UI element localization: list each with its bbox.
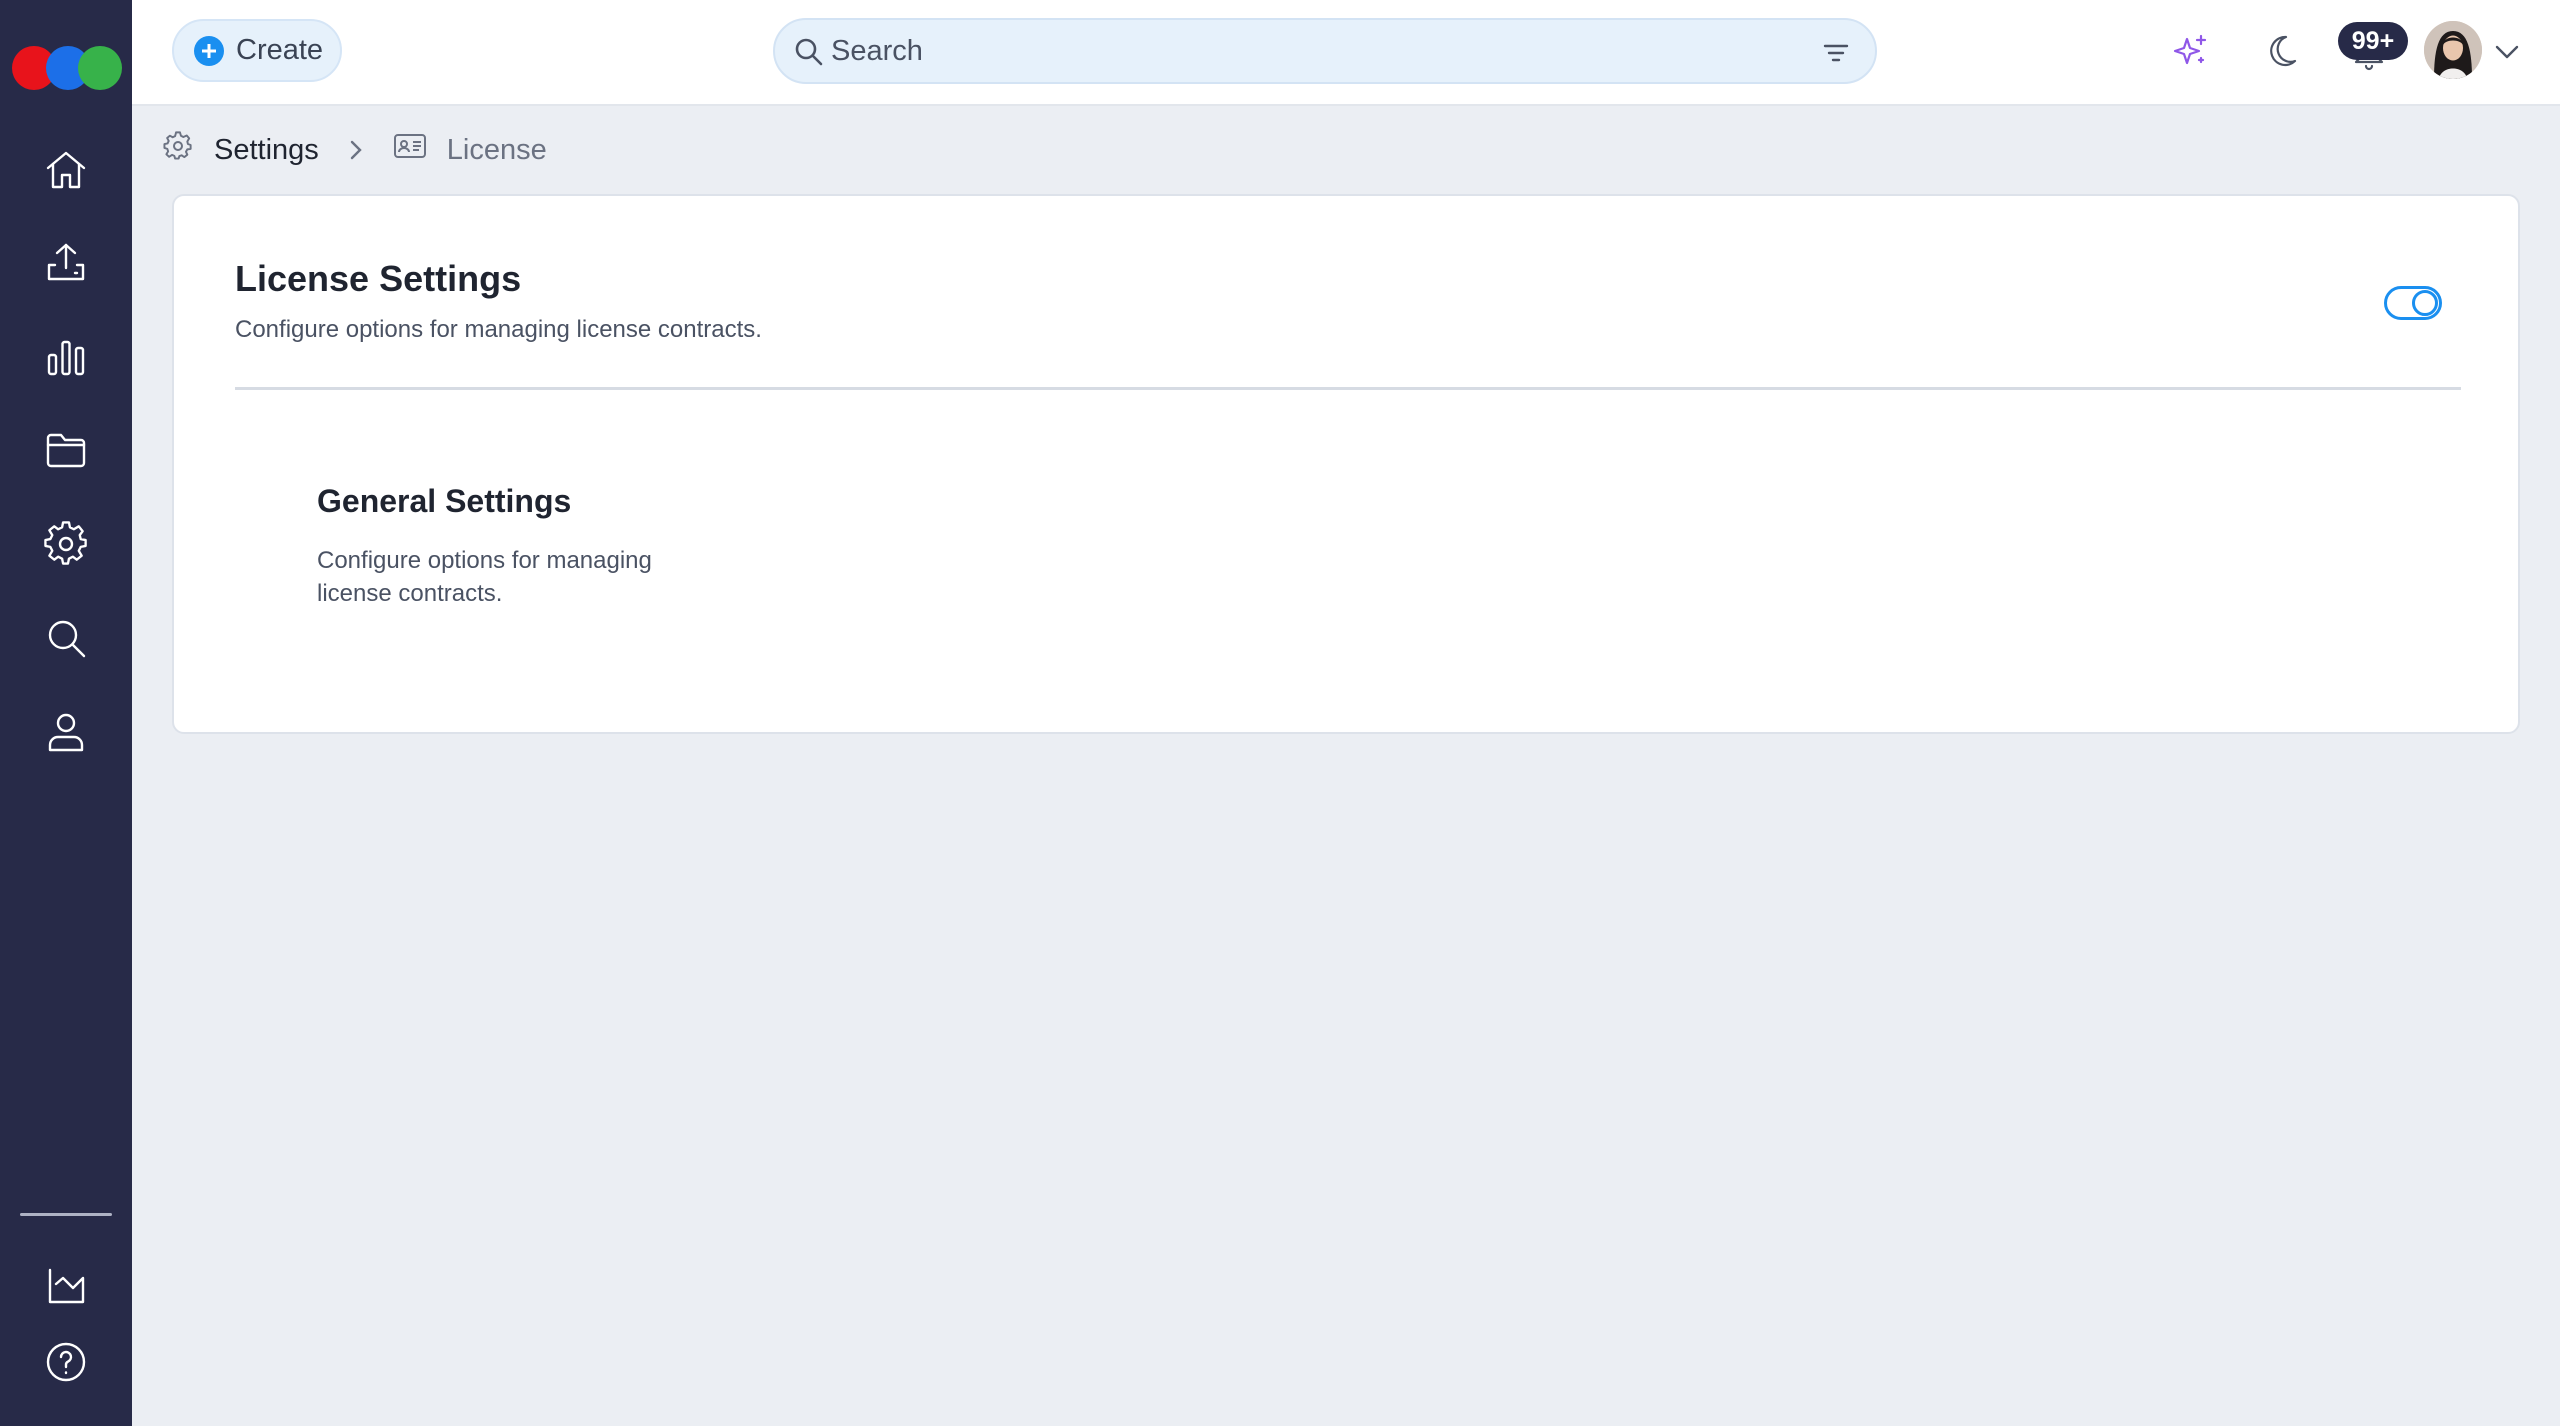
sparkle-icon bbox=[2173, 34, 2207, 65]
notification-badge: 99+ bbox=[2338, 22, 2408, 60]
create-button-label: Create bbox=[236, 34, 324, 66]
upload-icon bbox=[47, 243, 85, 281]
search-icon bbox=[793, 36, 825, 68]
factory-chart-icon bbox=[48, 1268, 85, 1304]
help-icon bbox=[46, 1342, 86, 1382]
sidebar-item-analytics[interactable] bbox=[36, 327, 96, 387]
avatar[interactable] bbox=[2424, 21, 2482, 79]
gear-icon bbox=[44, 521, 87, 565]
bar-chart-icon bbox=[47, 340, 85, 376]
user-icon bbox=[48, 713, 84, 752]
ai-sparkle-button[interactable] bbox=[2168, 28, 2214, 74]
general-settings-description: Configure options for managing license c… bbox=[317, 547, 652, 607]
general-settings-title: General Settings bbox=[317, 483, 572, 519]
app-root: Create 99+ bbox=[0, 0, 2560, 1426]
sidebar-divider bbox=[20, 1213, 112, 1216]
account-menu-chevron[interactable] bbox=[2492, 38, 2522, 64]
plus-icon bbox=[194, 35, 224, 66]
breadcrumb-current-page: License bbox=[446, 133, 547, 166]
page-title: License Settings bbox=[235, 258, 522, 299]
dark-mode-toggle[interactable] bbox=[2258, 28, 2304, 74]
sidebar-item-files[interactable] bbox=[36, 420, 96, 480]
chevron-right-icon bbox=[345, 137, 367, 163]
sidebar-item-home[interactable] bbox=[36, 140, 96, 200]
sidebar bbox=[0, 0, 132, 1426]
home-icon bbox=[46, 151, 86, 189]
breadcrumb-settings-link[interactable]: Settings bbox=[214, 134, 319, 167]
search-input[interactable] bbox=[831, 28, 1791, 74]
sidebar-item-upload[interactable] bbox=[36, 233, 96, 293]
moon-icon bbox=[2270, 35, 2297, 66]
toggle-knob bbox=[2412, 290, 2438, 316]
sidebar-item-profile[interactable] bbox=[36, 702, 96, 762]
page-subtitle: Configure options for managing license c… bbox=[235, 316, 762, 343]
section-divider bbox=[235, 387, 2461, 390]
search-bar bbox=[773, 18, 1877, 84]
create-button[interactable]: Create bbox=[172, 19, 342, 82]
license-settings-card: License Settings Configure options for m… bbox=[172, 194, 2520, 734]
sidebar-item-reports[interactable] bbox=[36, 1256, 96, 1316]
id-card-icon bbox=[393, 131, 427, 169]
search-icon bbox=[48, 620, 86, 658]
sidebar-item-settings[interactable] bbox=[36, 514, 96, 574]
gear-icon bbox=[162, 130, 194, 170]
sidebar-item-help[interactable] bbox=[36, 1332, 96, 1392]
filter-icon[interactable] bbox=[1821, 38, 1851, 68]
folder-icon bbox=[46, 433, 86, 468]
license-settings-toggle[interactable] bbox=[2384, 286, 2442, 320]
top-bar: Create 99+ bbox=[132, 0, 2560, 106]
app-logo[interactable] bbox=[12, 46, 122, 90]
sidebar-item-search[interactable] bbox=[36, 608, 96, 668]
chevron-down-icon bbox=[2495, 45, 2519, 59]
breadcrumb: Settings License bbox=[162, 130, 547, 170]
